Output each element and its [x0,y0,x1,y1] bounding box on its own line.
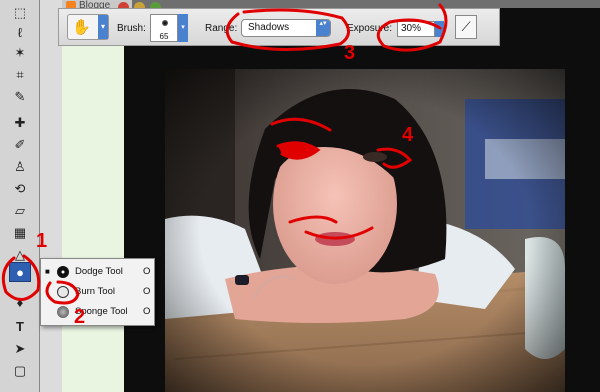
annotation-number-3: 3 [344,42,356,64]
annotation-circle-range [225,8,350,52]
annotation-circle-exposure [376,3,448,52]
annotation-lip-mark-2 [304,226,374,240]
annotation-number-1: 1 [36,230,48,252]
annotation-left-eye-mark [276,141,321,160]
annotation-number-4: 4 [402,124,414,146]
annotation-layer [1,3,448,305]
annotation-right-eye-stroke [376,147,413,169]
annotation-circle-burn-tool [45,280,80,305]
annotation-lip-mark [288,215,338,224]
annotation-circle-dodge-tool [1,254,41,301]
annotation-left-eye-stroke [270,117,332,132]
annotation-number-2: 2 [74,306,86,328]
